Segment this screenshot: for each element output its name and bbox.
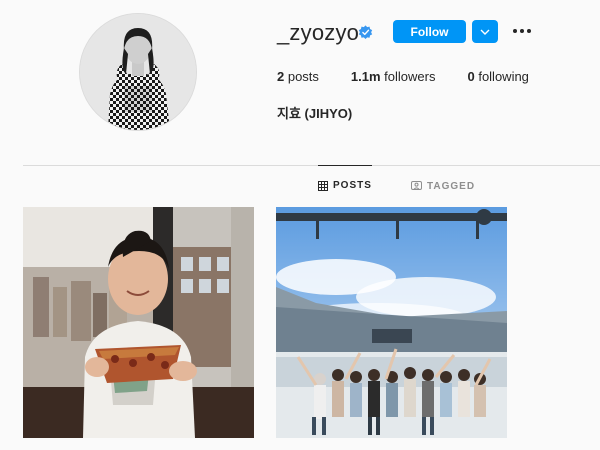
suggested-accounts-button[interactable] xyxy=(472,20,498,43)
profile-username: _zyozyo xyxy=(277,20,360,45)
post-thumbnail-1[interactable] xyxy=(23,207,254,438)
tab-tagged[interactable]: TAGGED xyxy=(411,166,475,206)
following-count[interactable]: 0 following xyxy=(467,69,528,84)
profile-display-name: 지효 (JIHYO) xyxy=(277,106,353,121)
profile-avatar[interactable] xyxy=(79,13,197,131)
follow-button[interactable]: Follow xyxy=(393,20,466,43)
post-thumbnail-2[interactable] xyxy=(276,207,507,438)
post-image-stadium xyxy=(276,207,507,438)
posts-count: 2 posts xyxy=(277,69,319,84)
chevron-down-icon xyxy=(480,29,490,35)
ellipsis-icon xyxy=(513,29,517,33)
followers-count[interactable]: 1.1m followers xyxy=(351,69,436,84)
avatar-photo xyxy=(80,14,196,130)
tag-icon xyxy=(411,181,422,190)
tabs-divider xyxy=(23,165,600,166)
more-options-button[interactable] xyxy=(511,22,533,40)
grid-icon xyxy=(318,180,328,191)
profile-stats: 2 posts 1.1m followers 0 following xyxy=(277,69,561,84)
tab-posts[interactable]: POSTS xyxy=(318,165,372,205)
verified-badge-icon xyxy=(358,25,373,40)
post-image-pizza xyxy=(23,207,254,438)
